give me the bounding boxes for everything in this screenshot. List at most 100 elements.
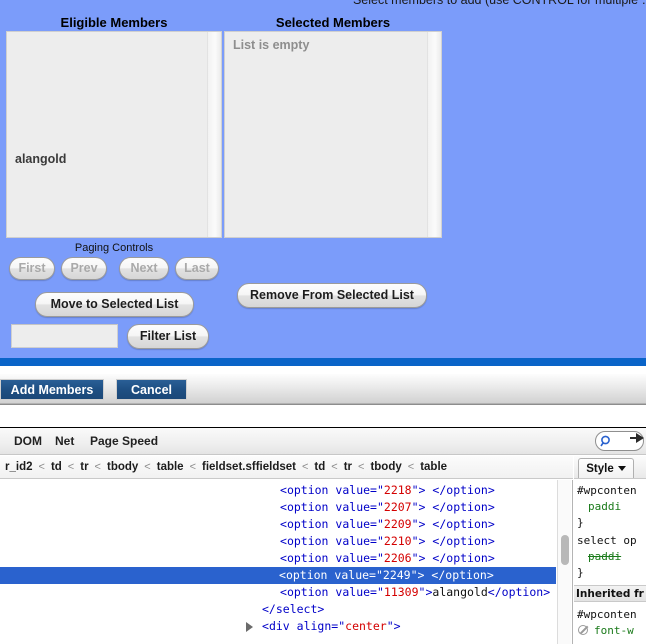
selected-members-listbox[interactable]: List is empty bbox=[224, 31, 442, 238]
breadcrumb-item[interactable]: td bbox=[309, 456, 330, 478]
tag-name: option bbox=[286, 551, 329, 565]
paging-last-button[interactable]: Last bbox=[175, 257, 219, 280]
breadcrumb-item[interactable]: table bbox=[152, 456, 189, 478]
attribute-equals: =" bbox=[370, 534, 384, 548]
breadcrumb-separator: < bbox=[94, 461, 101, 473]
html-line-div[interactable]: <div align="center"> bbox=[262, 618, 401, 635]
html-line[interactable]: <option value="2218"> </option> bbox=[280, 482, 495, 499]
css-property[interactable]: paddi bbox=[588, 499, 621, 515]
tag-name: option bbox=[286, 483, 329, 497]
eligible-members-heading: Eligible Members bbox=[60, 15, 168, 30]
breadcrumb-item[interactable]: tr bbox=[75, 456, 93, 478]
html-line-selected[interactable]: <option value="2249"> </option> bbox=[0, 567, 556, 584]
tag-open-bracket: < bbox=[280, 517, 287, 531]
end-tag-open: </ bbox=[432, 517, 447, 531]
html-line[interactable]: <option value="2206"> </option> bbox=[280, 550, 495, 567]
selected-list-scrollbar[interactable] bbox=[427, 32, 442, 237]
breadcrumb-item[interactable]: td bbox=[46, 456, 67, 478]
html-line[interactable]: <option value="11309">alangold</option> bbox=[280, 584, 550, 601]
css-rules-pane[interactable]: Inherited fr #wpconten paddi} select op pad… bbox=[574, 479, 646, 644]
tab-dom[interactable]: DOM bbox=[14, 434, 42, 448]
paging-next-button[interactable]: Next bbox=[119, 257, 169, 280]
attribute-name: value bbox=[335, 517, 371, 531]
tag-name: option bbox=[285, 568, 328, 582]
breadcrumb-item[interactable]: tbody bbox=[365, 456, 406, 478]
breadcrumb-separator: < bbox=[144, 461, 151, 473]
filter-list-button[interactable]: Filter List bbox=[127, 324, 209, 349]
tag-name: option bbox=[286, 517, 329, 531]
breadcrumb[interactable]: r_id2 < td < tr < tbody < table < fieldset.sffield… bbox=[0, 456, 573, 479]
tab-page-speed[interactable]: Page Speed bbox=[90, 434, 158, 448]
filter-input[interactable] bbox=[11, 324, 118, 348]
end-tag-close: > bbox=[487, 517, 495, 531]
tag-name: option bbox=[286, 585, 329, 599]
attribute-value: center bbox=[345, 619, 387, 633]
firebug-side-panel: Style Inherited fr #wpconten paddi} select… bbox=[574, 456, 646, 644]
html-line-close-select[interactable]: </select> bbox=[262, 601, 324, 618]
end-tag-name: option bbox=[501, 585, 544, 599]
attribute-name: value bbox=[335, 534, 371, 548]
css-property[interactable]: paddi bbox=[588, 549, 621, 565]
inherited-css-property[interactable]: font-w bbox=[594, 623, 634, 639]
css-close-brace: } bbox=[577, 566, 584, 579]
eligible-members-listbox[interactable]: alangold bbox=[6, 31, 222, 238]
breadcrumb-item[interactable]: fieldset.sffieldset bbox=[197, 456, 301, 478]
html-pane-scroll-thumb[interactable] bbox=[561, 535, 569, 565]
breadcrumb-separator: < bbox=[67, 461, 75, 473]
breadcrumb-separator: < bbox=[331, 461, 338, 473]
attribute-equals: =" bbox=[370, 585, 384, 599]
breadcrumb-item[interactable]: tr bbox=[339, 456, 357, 478]
css-selector[interactable]: select op bbox=[577, 533, 637, 549]
list-item[interactable]: alangold bbox=[15, 152, 66, 166]
html-pane-scrollbar[interactable] bbox=[557, 480, 571, 644]
html-source-pane[interactable]: <option value="2218"> </option> <option v… bbox=[0, 480, 573, 644]
attribute-equals: =" bbox=[369, 568, 383, 582]
end-tag-name: option bbox=[445, 568, 487, 582]
breadcrumb-scroll-right-icon[interactable] bbox=[636, 433, 644, 443]
cancel-button[interactable]: Cancel bbox=[116, 379, 187, 400]
end-tag-open: </ bbox=[487, 585, 502, 599]
inherited-css-selector[interactable]: #wpconten bbox=[577, 607, 637, 623]
expand-triangle-icon[interactable] bbox=[246, 622, 253, 632]
attribute-value: 2218 bbox=[383, 483, 412, 497]
attribute-value: 2249 bbox=[382, 568, 411, 582]
tag-close-bracket: "> bbox=[411, 500, 426, 514]
move-to-selected-list-button[interactable]: Move to Selected List bbox=[35, 292, 194, 317]
tab-style[interactable]: Style bbox=[578, 458, 634, 478]
end-tag-name: option bbox=[446, 500, 488, 514]
end-tag-close: > bbox=[487, 483, 495, 497]
add-members-button[interactable]: Add Members bbox=[0, 379, 104, 400]
end-tag-open: </ bbox=[431, 568, 446, 582]
end-tag-close: > bbox=[486, 568, 494, 582]
paging-prev-button[interactable]: Prev bbox=[61, 257, 107, 280]
firebug-toolbar: DOM Net Page Speed bbox=[0, 428, 646, 455]
html-line[interactable]: <option value="2207"> </option> bbox=[280, 499, 495, 516]
end-tag-close: > bbox=[487, 534, 495, 548]
paging-first-button[interactable]: First bbox=[9, 257, 55, 280]
tag-name: option bbox=[286, 534, 329, 548]
breadcrumb-item[interactable]: r_id2 bbox=[0, 456, 38, 478]
tag-close-bracket: "> bbox=[411, 483, 426, 497]
tag-close-bracket: "> bbox=[418, 585, 433, 599]
tab-net[interactable]: Net bbox=[55, 434, 74, 448]
attribute-value: 11309 bbox=[383, 585, 419, 599]
html-line[interactable]: <option value="2210"> </option> bbox=[280, 533, 495, 550]
tag-open-bracket: < bbox=[279, 568, 286, 582]
tag-close-bracket: "> bbox=[410, 568, 425, 582]
breadcrumb-item[interactable]: tbody bbox=[102, 456, 143, 478]
css-selector[interactable]: #wpconten bbox=[577, 483, 637, 499]
html-line[interactable]: <option value="2209"> </option> bbox=[280, 516, 495, 533]
tag-close-bracket: "> bbox=[411, 551, 426, 565]
remove-from-selected-list-button[interactable]: Remove From Selected List bbox=[237, 283, 427, 308]
text-node: alangold bbox=[432, 585, 488, 599]
breadcrumb-separator: < bbox=[407, 461, 415, 473]
selected-members-heading: Selected Members bbox=[275, 15, 391, 30]
firebug-panel: DOM Net Page Speed r_id2 < td < tr < tbody < tab… bbox=[0, 427, 646, 644]
attribute-value: 2207 bbox=[383, 500, 412, 514]
breadcrumb-item[interactable]: table bbox=[415, 456, 452, 478]
eligible-list-scrollbar[interactable] bbox=[207, 32, 222, 237]
tag-name: option bbox=[286, 500, 329, 514]
end-tag-name: option bbox=[446, 517, 488, 531]
disabled-property-icon bbox=[578, 625, 588, 635]
attribute-value: 2210 bbox=[383, 534, 412, 548]
